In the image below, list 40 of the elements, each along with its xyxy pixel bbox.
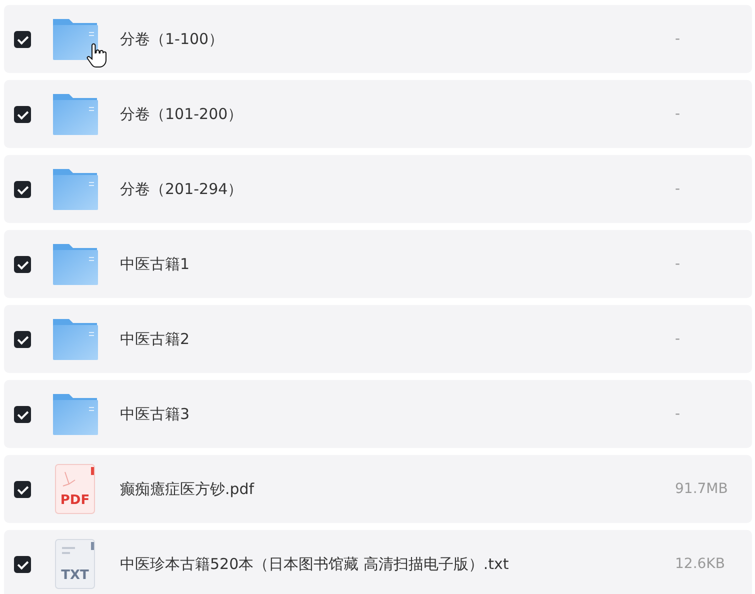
file-size: - [675, 181, 682, 197]
checkbox[interactable] [14, 256, 31, 272]
file-row[interactable]: 分卷（101-200） - [4, 80, 752, 148]
file-size: - [675, 31, 682, 47]
file-name: 分卷（1-100） [120, 30, 225, 48]
folder-icon [52, 317, 98, 361]
file-size: - [675, 406, 682, 422]
file-row[interactable]: 中医古籍2 - [4, 305, 752, 373]
checkbox[interactable] [14, 180, 31, 198]
file-row[interactable]: 中医古籍3 - [4, 380, 752, 448]
file-name: 中医古籍1 [120, 254, 191, 274]
folder-icon [52, 167, 98, 211]
file-row[interactable]: 中医古籍1 - [4, 230, 752, 298]
file-name: 癫痴癔症医方钞.pdf [120, 480, 256, 498]
file-row[interactable]: PDF 癫痴癔症医方钞.pdf 91.7MB [4, 455, 752, 523]
checkbox[interactable] [14, 556, 31, 572]
folder-icon [52, 242, 98, 286]
file-name: 中医珍本古籍520本（日本图书馆藏 高清扫描电子版）.txt [120, 554, 510, 574]
file-name: 分卷（101-200） [120, 104, 244, 124]
file-row[interactable]: 分卷（201-294） - [4, 155, 752, 223]
file-row[interactable]: 分卷（1-100） - [4, 5, 752, 73]
file-name: 中医古籍3 [120, 404, 191, 424]
file-size: - [675, 331, 682, 347]
checkbox[interactable] [14, 330, 31, 348]
folder-icon [52, 392, 98, 436]
checkbox[interactable] [14, 406, 31, 422]
file-size: 12.6KB [675, 556, 726, 572]
folder-icon [52, 92, 98, 136]
file-size: 91.7MB [675, 481, 729, 497]
file-row[interactable]: TXT 中医珍本古籍520本（日本图书馆藏 高清扫描电子版）.txt 12.6KB [4, 530, 752, 594]
file-name: 中医古籍2 [120, 330, 191, 348]
checkbox[interactable] [14, 480, 31, 498]
text-file-icon: TXT [55, 539, 95, 589]
checkbox[interactable] [14, 106, 31, 122]
file-size: - [675, 106, 682, 122]
pdf-file-icon: PDF [55, 464, 95, 514]
file-size: - [675, 256, 682, 272]
folder-icon [52, 17, 98, 61]
checkbox[interactable] [14, 30, 31, 48]
file-name: 分卷（201-294） [120, 180, 244, 198]
